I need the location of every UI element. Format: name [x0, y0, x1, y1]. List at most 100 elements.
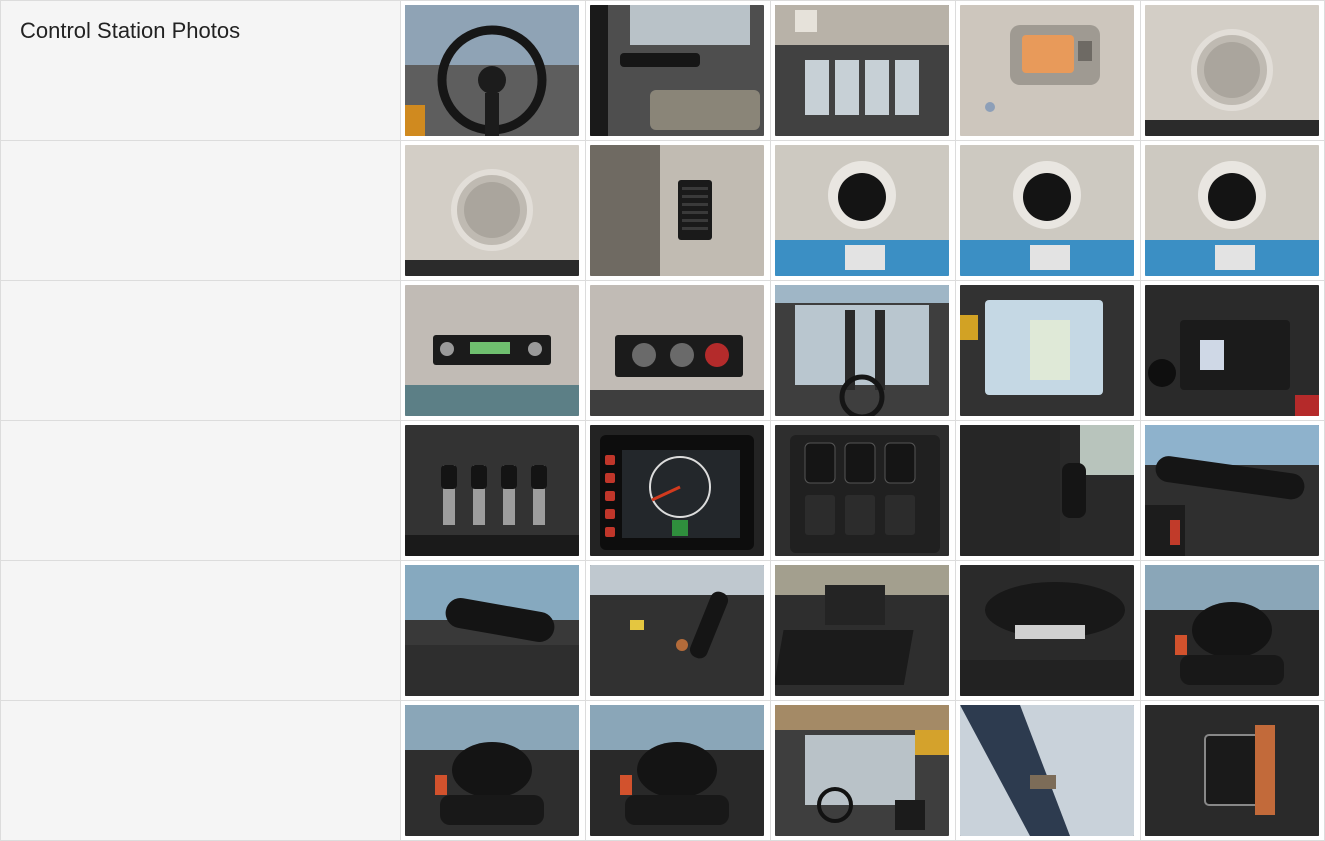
photo-thumbnail[interactable] — [775, 285, 949, 416]
photo-cell — [956, 281, 1141, 421]
photo-thumbnail[interactable] — [405, 425, 579, 556]
seat-icon — [1145, 565, 1319, 696]
photo-cell — [956, 561, 1141, 701]
photo-thumbnail[interactable] — [405, 145, 579, 276]
photo-cell — [956, 701, 1141, 841]
ceiling-fan-icon — [1145, 145, 1319, 276]
ceiling-fan-icon — [960, 145, 1134, 276]
photo-cell — [401, 561, 586, 701]
photo-cell — [586, 701, 771, 841]
photo-row — [0, 701, 1325, 841]
photo-thumbnail[interactable] — [960, 705, 1134, 836]
photo-row — [0, 141, 1325, 281]
control-levers-icon — [405, 425, 579, 556]
door-handle-icon — [590, 5, 764, 136]
speaker-icon — [405, 145, 579, 276]
photo-cell — [956, 421, 1141, 561]
photo-cell — [771, 701, 956, 841]
seat-icon — [590, 705, 764, 836]
photo-thumbnail[interactable] — [590, 565, 764, 696]
climate-control-icon — [590, 285, 764, 416]
door-hinge-icon — [1145, 705, 1319, 836]
row-label-cell — [0, 141, 401, 281]
parking-brake-icon — [590, 565, 764, 696]
photo-thumbnail[interactable] — [1145, 565, 1319, 696]
air-vent-icon — [590, 145, 764, 276]
photo-table-body: Control Station Photos — [0, 0, 1325, 841]
ceiling-fan-icon — [775, 145, 949, 276]
photo-thumbnail[interactable] — [590, 145, 764, 276]
row-label-cell: Control Station Photos — [0, 0, 401, 141]
photo-cell — [771, 141, 956, 281]
seat-base-icon — [960, 565, 1134, 696]
rear-window-icon — [775, 5, 949, 136]
photo-cell — [771, 281, 956, 421]
photo-cell — [956, 0, 1141, 141]
photo-cell — [586, 421, 771, 561]
photo-thumbnail[interactable] — [775, 425, 949, 556]
photo-thumbnail[interactable] — [960, 145, 1134, 276]
photo-row — [0, 281, 1325, 421]
photo-row — [0, 561, 1325, 701]
photo-cell — [401, 141, 586, 281]
photo-cell — [401, 0, 586, 141]
control-station-photo-table: Control Station Photos — [0, 0, 1325, 841]
photo-thumbnail[interactable] — [960, 425, 1134, 556]
photo-cell — [1141, 141, 1325, 281]
photo-thumbnail[interactable] — [590, 5, 764, 136]
photo-cell — [771, 0, 956, 141]
photo-thumbnail[interactable] — [775, 5, 949, 136]
photo-thumbnail[interactable] — [960, 5, 1134, 136]
photo-cell — [1141, 701, 1325, 841]
speaker-icon — [1145, 5, 1319, 136]
photo-thumbnail[interactable] — [960, 285, 1134, 416]
radio-icon — [405, 285, 579, 416]
photo-thumbnail[interactable] — [590, 705, 764, 836]
photo-thumbnail[interactable] — [775, 565, 949, 696]
photo-row — [0, 421, 1325, 561]
photo-cell — [401, 421, 586, 561]
row-label-cell — [0, 281, 401, 421]
photo-thumbnail[interactable] — [1145, 705, 1319, 836]
photo-cell — [586, 281, 771, 421]
photo-cell — [586, 0, 771, 141]
steering-wheel-icon — [405, 5, 579, 136]
photo-row: Control Station Photos — [0, 0, 1325, 141]
photo-thumbnail[interactable] — [1145, 285, 1319, 416]
joystick-icon — [960, 425, 1134, 556]
photo-thumbnail[interactable] — [1145, 5, 1319, 136]
turn-signal-stalk-icon — [1145, 425, 1319, 556]
photo-thumbnail[interactable] — [590, 285, 764, 416]
photo-thumbnail[interactable] — [405, 705, 579, 836]
gear-selector-icon — [405, 565, 579, 696]
photo-cell — [771, 561, 956, 701]
photo-cell — [1141, 281, 1325, 421]
windshield-icon — [775, 285, 949, 416]
photo-thumbnail[interactable] — [405, 285, 579, 416]
dashboard-display-icon — [590, 425, 764, 556]
photo-thumbnail[interactable] — [775, 145, 949, 276]
floor-mat-icon — [775, 565, 949, 696]
photo-thumbnail[interactable] — [590, 425, 764, 556]
photo-thumbnail[interactable] — [405, 5, 579, 136]
section-title: Control Station Photos — [20, 18, 241, 43]
photo-cell — [1141, 0, 1325, 141]
photo-thumbnail[interactable] — [1145, 425, 1319, 556]
photo-thumbnail[interactable] — [1145, 145, 1319, 276]
row-label-cell — [0, 701, 401, 841]
photo-thumbnail[interactable] — [405, 565, 579, 696]
dome-light-icon — [960, 5, 1134, 136]
side-window-icon — [960, 285, 1134, 416]
photo-thumbnail[interactable] — [960, 565, 1134, 696]
row-label-cell — [0, 561, 401, 701]
switch-panel-icon — [775, 425, 949, 556]
photo-cell — [401, 701, 586, 841]
photo-cell — [586, 141, 771, 281]
photo-cell — [771, 421, 956, 561]
photo-thumbnail[interactable] — [775, 705, 949, 836]
photo-cell — [956, 141, 1141, 281]
roof-frame-icon — [960, 705, 1134, 836]
seat-icon — [405, 705, 579, 836]
operator-cab-icon — [775, 705, 949, 836]
storage-tray-icon — [1145, 285, 1319, 416]
